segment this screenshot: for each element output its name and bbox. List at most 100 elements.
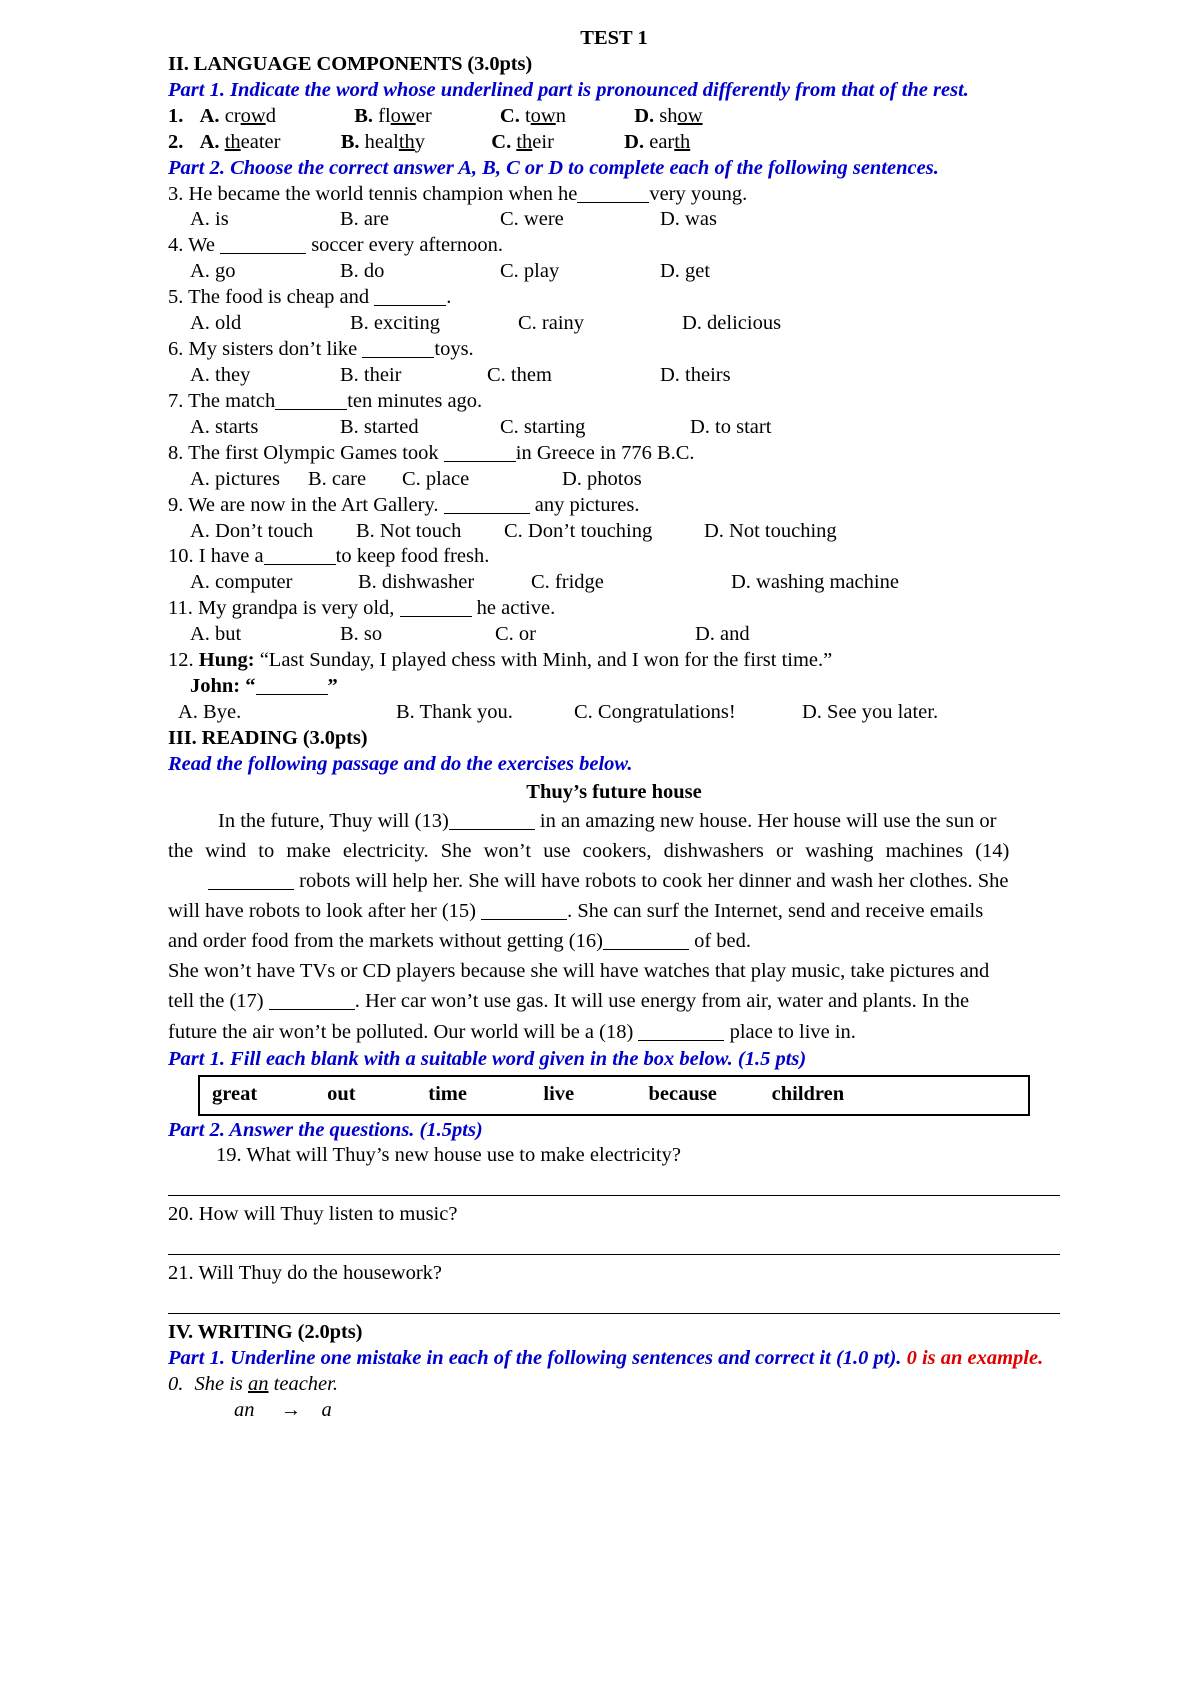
- answer-line-21[interactable]: [168, 1313, 1060, 1315]
- q12-blank: [255, 679, 328, 696]
- q1-opt-a-label: A.: [199, 104, 220, 127]
- q4-option-c: C. play: [500, 260, 560, 283]
- q2-opt-b-post: y: [414, 130, 426, 153]
- writing-example-correction: an → a: [234, 1398, 1060, 1424]
- q3-option-b: B. are: [340, 208, 389, 231]
- q7-option-a: A. starts: [190, 415, 259, 438]
- q19-number: 19.: [216, 1144, 242, 1167]
- q11-stem-before: My grandpa is very old,: [198, 597, 395, 620]
- q4-blank: [220, 238, 307, 255]
- mc-question-5-options: A. old B. exciting C. rainy D. delicious: [168, 311, 1060, 337]
- passage-line-7: tell the (17) . Her car won’t use gas. I…: [168, 986, 1060, 1016]
- q10-option-b: B. dishwasher: [358, 571, 475, 594]
- answer-line-19[interactable]: [168, 1195, 1060, 1197]
- q8-option-b: B. care: [308, 467, 367, 490]
- q11-option-c: C. or: [495, 623, 536, 646]
- q10-option-d: D. washing machine: [731, 571, 899, 594]
- language-part1-instruction: Part 1. Indicate the word whose underlin…: [168, 78, 969, 101]
- q9-number: 9.: [168, 493, 184, 516]
- mc-question-5-stem: 5. The food is cheap and .: [168, 285, 1060, 311]
- q8-option-d: D. photos: [562, 467, 642, 490]
- q1-opt-b-label: B.: [354, 104, 373, 127]
- q5-option-d: D. delicious: [682, 312, 782, 335]
- q10-number: 10.: [168, 545, 194, 568]
- q12-option-a: A. Bye.: [178, 700, 242, 723]
- passage-line-4-a: will have robots to look after her (15): [168, 900, 482, 923]
- q7-option-d: D. to start: [690, 415, 772, 438]
- q4-option-a: A. go: [190, 260, 236, 283]
- writing-part1-instruction: Part 1. Underline one mistake in each of…: [168, 1346, 1060, 1372]
- passage-blank-17: [268, 994, 355, 1011]
- pronunciation-question-1: 1. A. crowd B. flower C. town D. show: [168, 104, 1060, 130]
- section-heading-writing: IV. WRITING (2.0pts): [168, 1321, 363, 1344]
- mc-question-11-stem: 11. My grandpa is very old, he active.: [168, 596, 1060, 622]
- q12-option-c: C. Congratulations!: [574, 700, 736, 723]
- q1-opt-d-underline: ow: [677, 104, 703, 127]
- q7-number: 7.: [168, 389, 184, 412]
- q11-option-d: D. and: [695, 623, 750, 646]
- q9-blank: [443, 498, 530, 514]
- page-title: TEST 1: [580, 27, 648, 49]
- q8-option-c: C. place: [402, 467, 470, 490]
- q1-opt-d-label: D.: [634, 104, 655, 127]
- q5-number: 5.: [168, 286, 184, 309]
- q8-option-a: A. pictures: [190, 467, 280, 490]
- q9-option-c: C. Don’t touching: [504, 519, 653, 542]
- q10-stem-after: to keep food fresh.: [335, 545, 490, 568]
- q2-opt-d-label: D.: [624, 130, 645, 153]
- q9-option-a: A. Don’t touch: [190, 519, 314, 542]
- mc-question-9-options: A. Don’t touch B. Not touch C. Don’t tou…: [168, 519, 1060, 545]
- q4-option-d: D. get: [660, 260, 711, 283]
- example-underlined-word: an: [248, 1373, 269, 1396]
- mc-question-10-options: A. computer B. dishwasher C. fridge D. w…: [168, 570, 1060, 596]
- q12-speaker-1: Hung:: [198, 649, 255, 672]
- q12-option-b: B. Thank you.: [396, 700, 513, 723]
- mc-question-7-options: A. starts B. started C. starting D. to s…: [168, 415, 1060, 441]
- q3-option-d: D. was: [660, 208, 717, 231]
- reading-question-19: 19. What will Thuy’s new house use to ma…: [216, 1143, 1060, 1169]
- mc-question-11-options: A. but B. so C. or D. and: [168, 622, 1060, 648]
- mc-question-3-options: A. is B. are C. were D. was: [168, 207, 1060, 233]
- word-bank-item-6: children: [771, 1082, 845, 1105]
- q12-speaker-1-text: “Last Sunday, I played chess with Minh, …: [259, 649, 833, 672]
- q20-text: How will Thuy listen to music?: [198, 1203, 458, 1226]
- passage-line-5-a: and order food from the markets without …: [168, 930, 603, 953]
- q2-opt-d-pre: ear: [649, 130, 675, 153]
- q6-stem-before: My sisters don’t like: [188, 338, 358, 361]
- q2-opt-c-label: C.: [491, 130, 512, 153]
- mc-question-9-stem: 9. We are now in the Art Gallery. any pi…: [168, 493, 1060, 519]
- passage-line-3: robots will help her. She will have robo…: [168, 866, 1060, 896]
- answer-line-20[interactable]: [168, 1254, 1060, 1256]
- passage-blank-16: [602, 934, 689, 951]
- q7-stem-before: The match: [188, 389, 276, 412]
- q1-opt-c-label: C.: [499, 104, 520, 127]
- correction-to: a: [321, 1398, 332, 1421]
- q11-option-b: B. so: [340, 623, 383, 646]
- q5-stem-after: .: [446, 286, 452, 309]
- mc-question-4-options: A. go B. do C. play D. get: [168, 259, 1060, 285]
- passage-line-8-b: place to live in.: [724, 1020, 856, 1043]
- q12-option-d: D. See you later.: [802, 700, 939, 723]
- passage-blank-13: [448, 814, 535, 830]
- q2-number: 2.: [168, 130, 184, 153]
- q1-opt-a-post: d: [265, 104, 276, 127]
- q1-opt-a-pre: cr: [224, 104, 241, 127]
- q2-opt-c-underline: th: [516, 130, 533, 153]
- mc-question-12-options: A. Bye. B. Thank you. C. Congratulations…: [168, 700, 1060, 726]
- q6-number: 6.: [168, 338, 184, 361]
- q5-option-b: B. exciting: [350, 312, 440, 335]
- mc-question-6-options: A. they B. their C. them D. theirs: [168, 363, 1060, 389]
- q6-option-b: B. their: [340, 363, 402, 386]
- passage-line-5: and order food from the markets without …: [168, 926, 1060, 956]
- q6-option-a: A. they: [190, 363, 251, 386]
- q5-stem-before: The food is cheap and: [188, 286, 370, 309]
- correction-from: an: [234, 1398, 255, 1421]
- q7-option-b: B. started: [340, 415, 419, 438]
- q2-opt-d-underline: th: [674, 130, 691, 153]
- q9-option-d: D. Not touching: [704, 519, 837, 542]
- q9-option-b: B. Not touch: [356, 519, 462, 542]
- q3-stem-before: He became the world tennis champion when…: [188, 182, 578, 205]
- q20-number: 20.: [168, 1203, 194, 1226]
- q1-opt-b-pre: fl: [378, 104, 391, 127]
- reading-passage: In the future, Thuy will (13) in an amaz…: [168, 806, 1060, 1047]
